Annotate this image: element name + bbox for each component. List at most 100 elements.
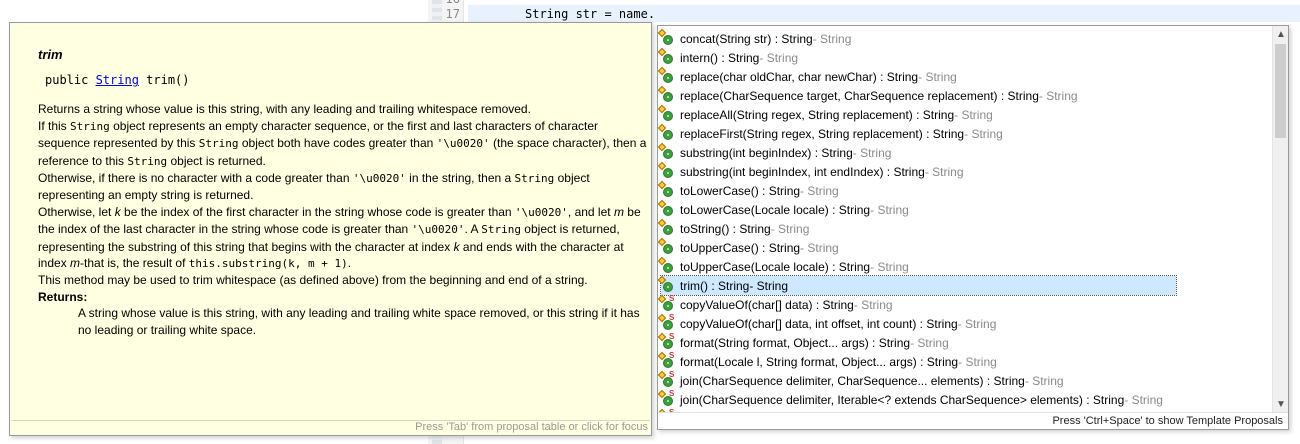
proposal-declaring-type: - String — [924, 164, 964, 179]
proposal-signature: trim() : String — [680, 278, 750, 293]
code: String — [127, 154, 168, 168]
content-assist-status-hint: Press 'Ctrl+Space' to show Template Prop… — [658, 412, 1288, 429]
proposal-item[interactable]: replace(CharSequence target, CharSequenc… — [658, 85, 1176, 105]
proposal-declaring-type: - String — [812, 31, 852, 46]
public-method-icon — [658, 237, 675, 255]
string-type-link[interactable]: String — [96, 73, 139, 87]
var: m — [70, 256, 81, 271]
text: . — [347, 256, 352, 271]
proposal-signature: join(CharSequence delimiter, Iterable<? … — [680, 392, 1125, 407]
public-method-icon — [658, 218, 675, 236]
proposal-item[interactable]: toUpperCase(Locale locale) : String - St… — [658, 256, 1176, 276]
javadoc-paragraph-empty-or-whitespace: If this String object represents an empt… — [38, 118, 650, 170]
public-method-icon — [658, 123, 675, 141]
public-static-method-icon: S — [658, 370, 675, 388]
proposal-item[interactable]: toString() : String - String — [658, 218, 1176, 238]
proposal-declaring-type: - String — [910, 335, 949, 350]
proposal-item[interactable]: ScopyValueOf(char[] data, int offset, in… — [658, 313, 1176, 333]
proposal-declaring-type: - String — [954, 107, 993, 122]
proposal-signature: concat(String str) : String — [680, 31, 813, 46]
proposal-signature: substring(int beginIndex) : String — [680, 145, 853, 160]
code: String — [70, 119, 110, 133]
proposal-item[interactable]: replaceAll(String regex, String replacem… — [658, 104, 1176, 124]
public-method-icon — [658, 85, 675, 103]
proposal-item[interactable]: toLowerCase(Locale locale) : String - St… — [658, 199, 1176, 219]
text: If this — [38, 118, 71, 133]
public-static-method-icon: S — [658, 351, 675, 369]
code: '\u0020' — [352, 172, 406, 186]
text: Otherwise, if there is no character with… — [38, 171, 353, 186]
proposal-signature: replace(CharSequence target, CharSequenc… — [680, 88, 1039, 103]
signature-method: trim() — [138, 73, 190, 88]
javadoc-returns-label: Returns: — [38, 289, 88, 304]
proposal-item[interactable]: replaceFirst(String regex, String replac… — [658, 123, 1176, 143]
javadoc-content: trim public String trim() Returns a stri… — [38, 47, 650, 338]
proposal-signature: intern() : String — [680, 50, 760, 65]
proposal-declaring-type: - String — [964, 126, 1003, 141]
proposal-item[interactable]: Sjoin(CharSequence delimiter, Iterable<?… — [658, 389, 1176, 409]
proposal-declaring-type: - String — [759, 50, 799, 65]
scroll-up-arrow-icon[interactable]: ▲ — [1273, 28, 1288, 42]
proposal-declaring-type: - String — [1124, 392, 1163, 407]
text: -that is, the result of — [80, 256, 189, 271]
proposal-item[interactable]: Sformat(Locale l, String format, Object.… — [658, 351, 1176, 371]
code-line[interactable]: String str = name. — [525, 7, 655, 21]
proposal-declaring-type: - String — [749, 278, 789, 293]
proposal-signature: toUpperCase(Locale locale) : String — [680, 259, 871, 274]
code: '\u0020' — [514, 205, 568, 219]
proposal-signature: substring(int beginIndex, int endIndex) … — [680, 164, 925, 179]
proposal-signature: toLowerCase() : String — [680, 183, 801, 198]
proposal-item[interactable]: trim() : String - String — [658, 275, 1177, 296]
proposal-item[interactable]: concat(String str) : String - String — [658, 28, 1176, 48]
proposal-item[interactable]: replace(char oldChar, char newChar) : St… — [658, 66, 1176, 86]
public-method-icon — [658, 180, 675, 198]
public-method-icon — [658, 142, 675, 160]
javadoc-returns-text: A string whose value is this string, wit… — [78, 306, 640, 337]
proposal-declaring-type: - String — [800, 183, 839, 198]
javadoc-popup[interactable]: trim public String trim() Returns a stri… — [9, 22, 652, 436]
line-number-16: 16 — [444, 0, 460, 6]
text: . A — [464, 222, 482, 237]
content-assist-popup[interactable]: concat(String str) : String - String inte… — [657, 25, 1289, 430]
var: m — [613, 204, 624, 219]
public-method-icon — [658, 199, 675, 217]
proposal-declaring-type: - String — [1024, 373, 1064, 388]
proposal-item[interactable]: toUpperCase() : String - String — [658, 237, 1176, 257]
public-static-method-icon: S — [658, 389, 675, 407]
text: object both have codes greater than — [238, 136, 437, 151]
proposal-list[interactable]: concat(String str) : String - String inte… — [658, 26, 1272, 414]
javadoc-status-hint: Press 'Tab' from proposal table or click… — [11, 420, 650, 434]
proposal-item[interactable]: substring(int beginIndex) : String - Str… — [658, 142, 1176, 162]
signature-modifier: public — [45, 73, 96, 88]
proposal-scrollbar[interactable]: ▲ ▼ — [1272, 26, 1288, 414]
text: Otherwise, let — [38, 204, 115, 219]
proposal-item[interactable]: toLowerCase() : String - String — [658, 180, 1176, 200]
proposal-signature: toUpperCase() : String — [680, 240, 801, 255]
proposal-item[interactable]: intern() : String - String — [658, 47, 1176, 67]
public-method-icon — [658, 47, 675, 65]
public-method-icon — [658, 104, 675, 122]
proposal-declaring-type: - String — [853, 297, 893, 312]
text: object is returned. — [167, 153, 266, 168]
proposal-signature: copyValueOf(char[] data) : String — [680, 297, 854, 312]
proposal-signature: replace(char oldChar, char newChar) : St… — [680, 69, 919, 84]
scroll-down-arrow-icon[interactable]: ▼ — [1273, 398, 1288, 412]
proposal-item[interactable]: Sjoin(CharSequence delimiter, CharSequen… — [658, 370, 1176, 390]
text: be the index of the first character in t… — [120, 204, 515, 219]
code: '\u0020' — [436, 137, 490, 151]
public-static-method-icon: S — [658, 332, 675, 350]
scroll-thumb[interactable] — [1275, 44, 1286, 138]
proposal-item[interactable]: ScopyValueOf(char[] data) : String - Str… — [658, 294, 1176, 314]
javadoc-paragraph-substring: Otherwise, let k be the index of the fir… — [38, 204, 650, 273]
proposal-item[interactable]: Sformat(String format, Object... args) :… — [658, 332, 1176, 352]
proposal-signature: join(CharSequence delimiter, CharSequenc… — [680, 373, 1025, 388]
code: String — [198, 137, 239, 151]
proposal-declaring-type: - String — [770, 221, 810, 236]
javadoc-summary: Returns a string whose value is this str… — [38, 102, 531, 117]
code: '\u0020' — [411, 223, 465, 237]
public-method-icon — [658, 28, 675, 46]
proposal-declaring-type: - String — [800, 240, 839, 255]
javadoc-method-name: trim — [38, 47, 63, 62]
proposal-item[interactable]: substring(int beginIndex, int endIndex) … — [658, 161, 1176, 181]
proposal-signature: format(String format, Object... args) : … — [680, 335, 911, 350]
